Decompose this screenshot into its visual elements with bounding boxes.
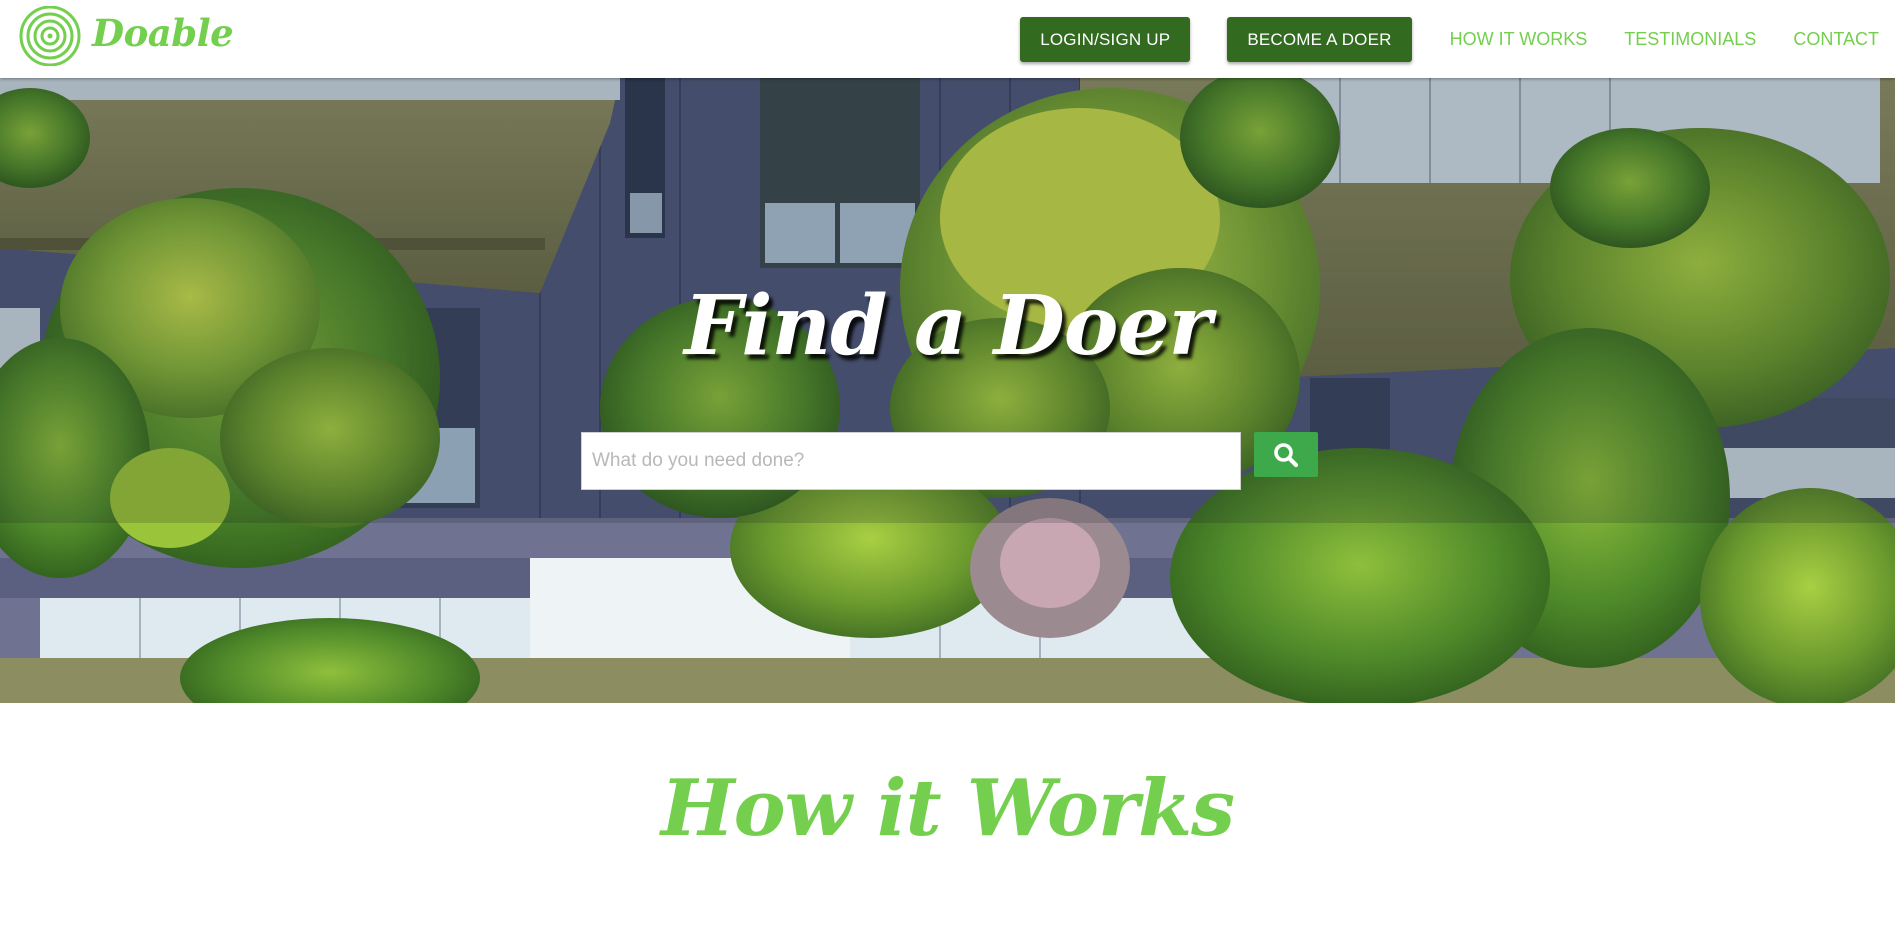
login-signup-button[interactable]: LOGIN/SIGN UP — [1020, 17, 1191, 62]
search-bar — [581, 432, 1318, 490]
how-it-works-heading: How it Works — [660, 763, 1235, 854]
search-icon — [1274, 442, 1299, 467]
hero-background-image — [0, 78, 1895, 703]
concentric-circles-logo-icon — [19, 6, 81, 66]
brand-logo-link[interactable]: Doable — [18, 6, 234, 66]
hero-title: Find a Doer — [684, 278, 1212, 374]
nav-link-testimonials[interactable]: TESTIMONIALS — [1624, 17, 1756, 62]
nav-link-contact[interactable]: CONTACT — [1793, 17, 1879, 62]
nav-link-how-it-works[interactable]: HOW IT WORKS — [1450, 17, 1588, 62]
search-button[interactable] — [1254, 432, 1318, 477]
site-header: Doable LOGIN/SIGN UP BECOME A DOER HOW I… — [0, 0, 1895, 78]
main-nav: LOGIN/SIGN UP BECOME A DOER HOW IT WORKS… — [1020, 17, 1879, 62]
become-a-doer-button[interactable]: BECOME A DOER — [1227, 17, 1412, 62]
brand-name: Doable — [92, 11, 234, 55]
hero-section: Find a Doer — [0, 78, 1895, 703]
search-input[interactable] — [581, 432, 1241, 490]
